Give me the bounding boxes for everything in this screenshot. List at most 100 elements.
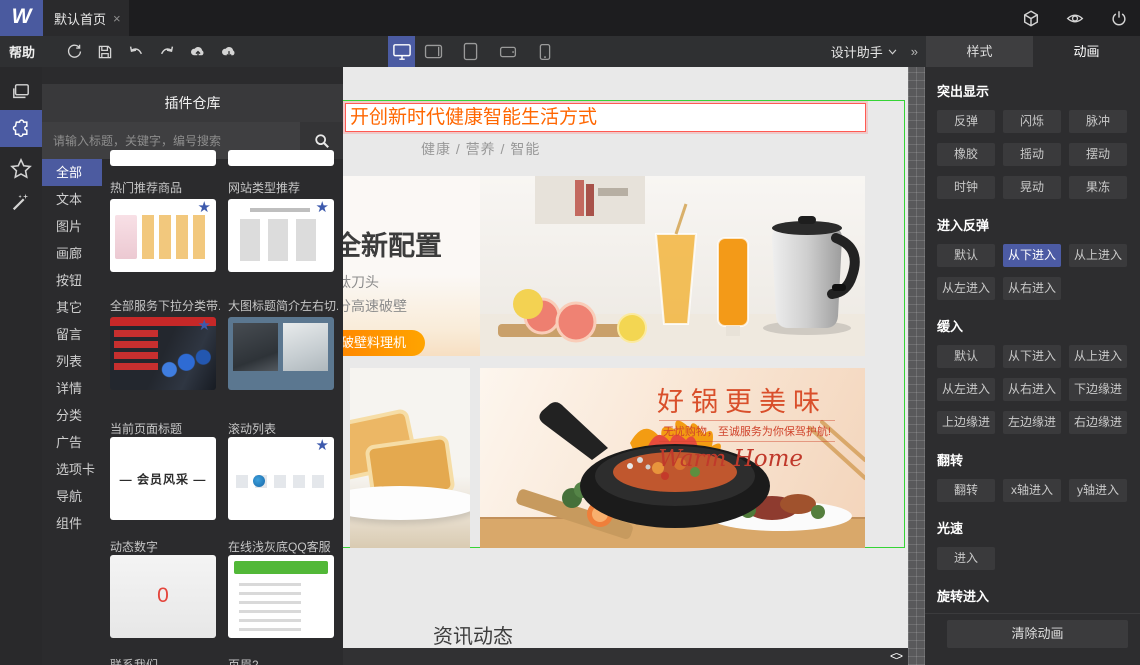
device-phone-landscape-icon[interactable] <box>489 36 526 67</box>
toolbar-right: 设计助手 » 样式 动画 <box>831 36 1140 67</box>
tab-close-icon[interactable]: × <box>113 11 121 26</box>
animation-section: 翻转 翻转 x轴进入 y轴进入 <box>937 450 1128 502</box>
banner2-title: 好锅更美味 <box>657 387 827 417</box>
design-assistant-dropdown[interactable]: 设计助手 <box>831 42 897 61</box>
product-banner-kettle[interactable]: 全新配置 钛刀头 分高速破壁 热破壁料理机 <box>343 176 865 356</box>
tab-animation[interactable]: 动画 <box>1033 36 1140 67</box>
animation-button-闪烁[interactable]: 闪烁 <box>1003 110 1061 133</box>
news-section-heading[interactable]: 资讯动态 <box>433 620 513 649</box>
favorite-star-icon[interactable]: ★ <box>316 200 329 215</box>
animation-button-反弹[interactable]: 反弹 <box>937 110 995 133</box>
code-view-icon[interactable]: <> <box>890 649 903 663</box>
cloud-upload-icon[interactable] <box>189 43 207 61</box>
animation-button-从左进入[interactable]: 从左进入 <box>937 277 995 300</box>
animation-button-从上进入[interactable]: 从上进入 <box>1069 244 1127 267</box>
animation-button-果冻[interactable]: 果冻 <box>1069 176 1127 199</box>
kettle-photo <box>480 176 865 356</box>
power-icon[interactable] <box>1110 9 1128 27</box>
product-banner-wok[interactable]: 好锅更美味 无忧购物，至诚服务为你保驾护航! Warm Home <box>343 368 865 548</box>
section-title: 光速 <box>937 521 964 536</box>
favorites-star-icon[interactable] <box>0 151 42 185</box>
plugin-grid: 热门推荐商品 ★ 网站类型推荐 ★ 全部服务下拉分类带... ★ 大图标题简介左右切... 当… <box>42 67 343 665</box>
animation-button-从下进入[interactable]: 从下进入 <box>1003 244 1061 267</box>
animation-section: 光速 进入 <box>937 518 1128 570</box>
animation-button-时钟[interactable]: 时钟 <box>937 176 995 199</box>
animation-button-从右进入[interactable]: 从右进入 <box>1003 277 1061 300</box>
banner2-subtitle: 无忧购物，至诚服务为你保驾护航! <box>658 420 835 442</box>
device-tablet-landscape-icon[interactable] <box>415 36 452 67</box>
favorite-star-icon[interactable]: ★ <box>316 438 329 453</box>
animation-button-从右进入[interactable]: 从右进入 <box>1003 378 1061 401</box>
animation-button-左边缘进[interactable]: 左边缘进 <box>1003 411 1061 434</box>
animation-button-晃动[interactable]: 晃动 <box>1003 176 1061 199</box>
device-desktop-icon[interactable] <box>388 36 415 67</box>
animation-button-x轴进入[interactable]: x轴进入 <box>1003 479 1061 502</box>
collapse-panel-icon[interactable]: » <box>911 44 918 59</box>
animation-button-翻转[interactable]: 翻转 <box>937 479 995 502</box>
banner1-line2: 分高速破壁 <box>343 298 407 314</box>
animation-section: 突出显示 反弹 闪烁 脉冲 橡胶 摇动 摆动 时钟 晃动 果冻 <box>937 81 1128 199</box>
banner1-cta-button[interactable]: 热破壁料理机 <box>343 330 425 356</box>
canvas-scrollbar[interactable] <box>908 67 925 665</box>
plugin-card-qq[interactable] <box>228 555 334 638</box>
device-tablet-portrait-icon[interactable] <box>452 36 489 67</box>
refresh-icon[interactable] <box>65 43 83 61</box>
plugin-card-scrolllist[interactable]: ★ <box>228 437 334 520</box>
plugin-label: 网站类型推荐 <box>228 181 301 195</box>
plugin-label: 当前页面标题 <box>110 422 183 436</box>
plugin-label: 大图标题简介左右切... <box>228 299 338 313</box>
animation-button-进入[interactable]: 进入 <box>937 547 995 570</box>
animation-button-从左进入[interactable]: 从左进入 <box>937 378 995 401</box>
plugin-card-partial[interactable] <box>110 150 216 166</box>
animation-button-从下进入[interactable]: 从下进入 <box>1003 345 1061 368</box>
magic-wand-icon[interactable] <box>0 185 42 219</box>
plugin-card-partial[interactable] <box>228 150 334 166</box>
tab-style[interactable]: 样式 <box>926 36 1033 67</box>
plugin-label: 滚动列表 <box>228 422 277 436</box>
device-switcher <box>388 36 563 67</box>
pages-icon[interactable] <box>0 75 42 109</box>
components-cube-icon[interactable] <box>1022 9 1040 27</box>
animation-button-默认[interactable]: 默认 <box>937 244 995 267</box>
thumb-text: — 会员风采 — <box>119 472 207 486</box>
cloud-download-icon[interactable] <box>220 43 238 61</box>
section-title: 旋转进入 <box>937 589 990 604</box>
plugin-card-dropdown[interactable]: ★ <box>110 317 216 390</box>
page-subtitle[interactable]: 健康 / 营养 / 智能 <box>421 139 540 159</box>
redo-icon[interactable] <box>158 43 176 61</box>
plugins-puzzle-icon[interactable] <box>0 110 42 147</box>
section-title: 翻转 <box>937 453 964 468</box>
animation-button-下边缘进[interactable]: 下边缘进 <box>1069 378 1127 401</box>
page-tab[interactable]: 默认首页 × <box>43 0 129 36</box>
banner1-line1: 钛刀头 <box>343 274 379 290</box>
selected-title-element[interactable]: 开创新时代健康智能生活方式 <box>345 103 866 132</box>
animation-button-从上进入[interactable]: 从上进入 <box>1069 345 1127 368</box>
save-icon[interactable] <box>96 43 114 61</box>
favorite-star-icon[interactable]: ★ <box>198 318 211 333</box>
favorite-star-icon[interactable]: ★ <box>198 200 211 215</box>
preview-eye-icon[interactable] <box>1066 9 1084 27</box>
device-phone-portrait-icon[interactable] <box>526 36 563 67</box>
animation-button-摆动[interactable]: 摆动 <box>1069 143 1127 166</box>
plugin-card-pagetitle[interactable]: — 会员风采 — <box>110 437 216 520</box>
animation-button-上边缘进[interactable]: 上边缘进 <box>937 411 995 434</box>
undo-icon[interactable] <box>127 43 145 61</box>
animation-panel-footer: 清除动画 <box>925 613 1140 665</box>
help-menu[interactable]: 帮助 <box>9 42 35 61</box>
plugin-label: 热门推荐商品 <box>110 181 183 195</box>
animation-panel: 突出显示 反弹 闪烁 脉冲 橡胶 摇动 摆动 时钟 晃动 果冻 进入反弹 默认 从下进入 从上进入 从左进入… <box>925 67 1140 665</box>
animation-button-右边缘进[interactable]: 右边缘进 <box>1069 411 1127 434</box>
topbar-actions <box>1022 0 1140 36</box>
clear-animation-button[interactable]: 清除动画 <box>947 620 1128 648</box>
animation-button-默认[interactable]: 默认 <box>937 345 995 368</box>
plugin-card-sitetypes[interactable]: ★ <box>228 199 334 272</box>
top-bar: W 默认首页 × <box>0 0 1140 36</box>
animation-button-橡胶[interactable]: 橡胶 <box>937 143 995 166</box>
plugin-card-products[interactable]: ★ <box>110 199 216 272</box>
plugin-card-bigimage[interactable] <box>228 317 334 390</box>
animation-button-脉冲[interactable]: 脉冲 <box>1069 110 1127 133</box>
plugin-card-number[interactable]: 0 <box>110 555 216 638</box>
animation-button-摇动[interactable]: 摇动 <box>1003 143 1061 166</box>
design-canvas[interactable]: 开创新时代健康智能生活方式 健康 / 营养 / 智能 全新配置 钛刀头 分高速破… <box>343 67 908 665</box>
animation-button-y轴进入[interactable]: y轴进入 <box>1069 479 1127 502</box>
